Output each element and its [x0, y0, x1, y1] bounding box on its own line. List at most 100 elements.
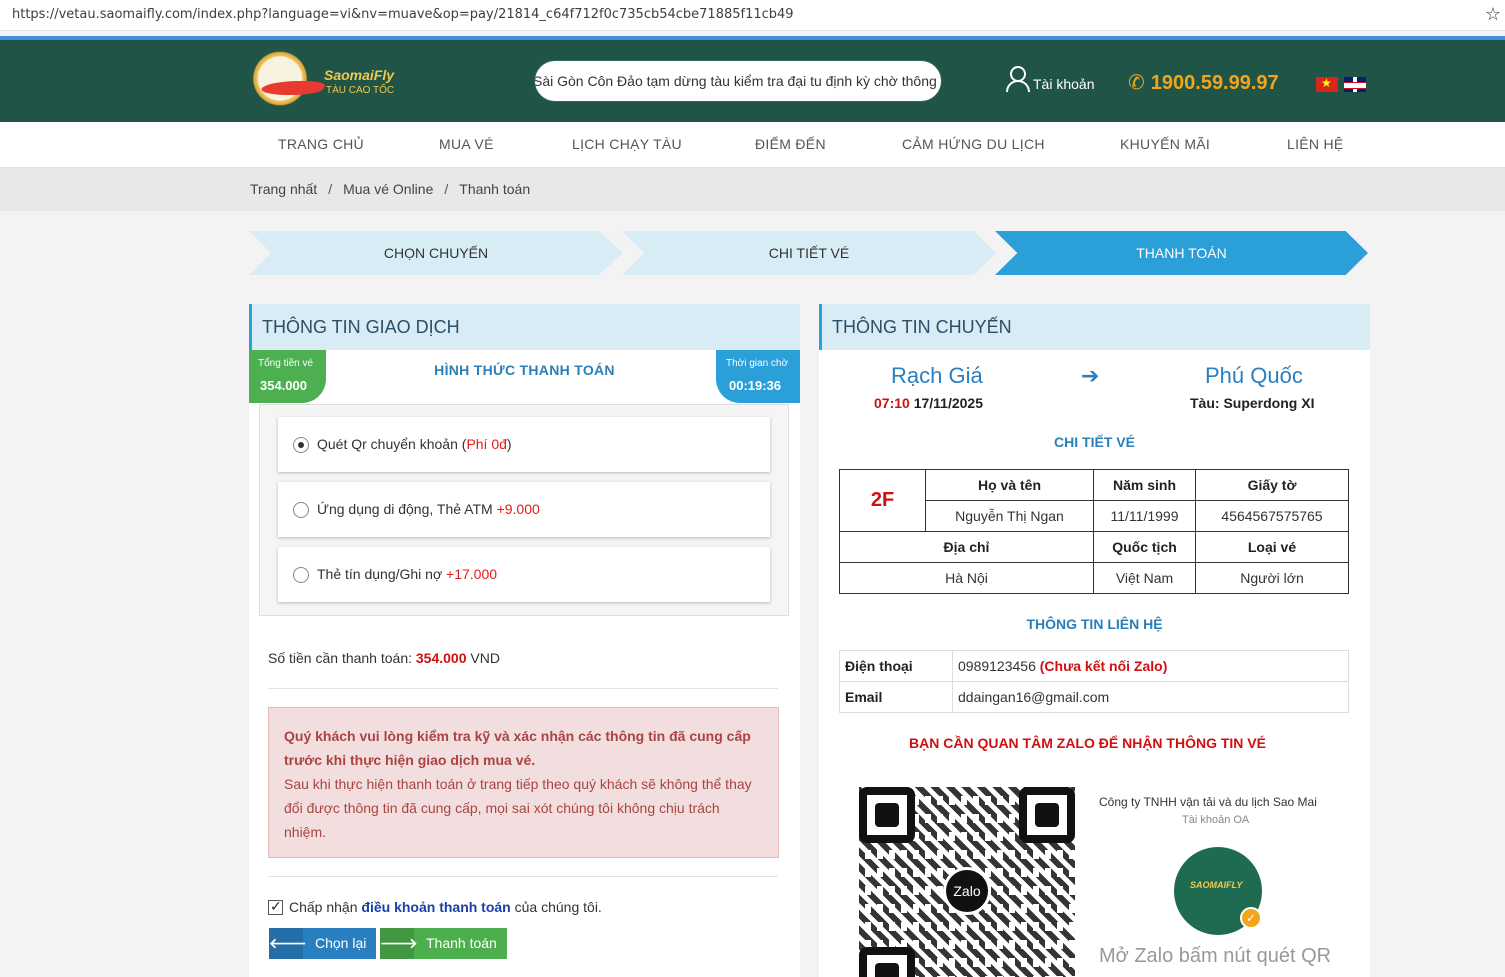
- qr-finder-icon: [1019, 787, 1075, 843]
- breadcrumb-payment[interactable]: Thanh toán: [459, 181, 530, 197]
- bookmark-star-icon[interactable]: ☆: [1485, 4, 1501, 25]
- back-button[interactable]: 🡐 Chọn lại: [269, 928, 376, 959]
- agree-prefix: Chấp nhận: [289, 899, 358, 915]
- site-header: SaomaiFly TÀU CAO TỐC Sài Gòn Côn Đảo tạ…: [0, 40, 1505, 122]
- zalo-logo-icon: Zalo: [943, 867, 991, 915]
- payment-option-atm[interactable]: Ứng dụng di động, Thẻ ATM +9.000: [278, 482, 770, 537]
- account-label: Tài khoản: [1033, 76, 1095, 92]
- oa-avatar-text: SAOMAIFLY: [1190, 880, 1243, 890]
- step-label: CHI TIẾT VÉ: [768, 245, 850, 261]
- uk-flag-icon[interactable]: [1344, 76, 1366, 92]
- nav-item-destinations[interactable]: ĐIỂM ĐẾN: [755, 136, 826, 152]
- option-fee: +17.000: [446, 566, 498, 582]
- trip-panel: THÔNG TIN CHUYẾN Rạch Giá ➔ Phú Quốc 07:…: [819, 304, 1370, 977]
- email-label: Email: [839, 681, 953, 713]
- nav-item-schedule[interactable]: LỊCH CHẠY TÀU: [572, 136, 682, 152]
- site-logo[interactable]: SaomaiFly TÀU CAO TỐC: [252, 47, 402, 117]
- payment-method-title: HÌNH THỨC THANH TOÁN: [434, 362, 615, 378]
- departure-datetime: 07:10 17/11/2025: [874, 395, 983, 411]
- passenger-id: 4564567575765: [1195, 500, 1349, 532]
- option-fee-close: ): [506, 436, 512, 452]
- nav-item-promotions[interactable]: KHUYẾN MÃI: [1120, 136, 1210, 152]
- hotline[interactable]: ✆ 1900.59.99.97: [1128, 70, 1279, 95]
- alert-text: Sau khi thực hiện thanh toán ở trang tiế…: [284, 776, 752, 840]
- nav-item-buy-ticket[interactable]: MUA VÉ: [439, 136, 494, 152]
- amount-due: Số tiền cần thanh toán: 354.000 VND: [268, 650, 500, 666]
- phone-label: Điện thoại: [839, 650, 953, 682]
- header-address: Địa chỉ: [839, 531, 1094, 563]
- oa-company-name: Công ty TNHH vận tải và du lịch Sao Mai: [1099, 795, 1317, 809]
- hotline-number: 1900.59.99.97: [1150, 72, 1279, 94]
- qr-finder-icon: [859, 947, 915, 977]
- passenger-nationality: Việt Nam: [1093, 562, 1196, 594]
- step-ticket-detail[interactable]: CHI TIẾT VÉ: [622, 231, 996, 275]
- nav-item-home[interactable]: TRANG CHỦ: [278, 136, 364, 152]
- passenger-address: Hà Nội: [839, 562, 1094, 594]
- breadcrumb: Trang nhất / Mua vé Online / Thanh toán: [0, 168, 1505, 211]
- radio-button[interactable]: [293, 567, 309, 583]
- warning-alert: Quý khách vui lòng kiểm tra kỹ và xác nh…: [268, 707, 779, 858]
- header-id-doc: Giấy tờ: [1195, 469, 1349, 501]
- transaction-title: THÔNG TIN GIAO DỊCH: [249, 304, 800, 350]
- radio-button[interactable]: [293, 437, 309, 453]
- oa-account-label: Tài khoản OA: [1182, 814, 1250, 826]
- ship-name: Superdong XI: [1223, 395, 1315, 411]
- logo-subtitle: TÀU CAO TỐC: [326, 85, 395, 96]
- payment-options: Quét Qr chuyển khoản (Phí 0đ) Ứng dụng d…: [259, 404, 789, 616]
- logo-brand: SaomaiFly: [324, 67, 395, 83]
- terms-agreement: Chấp nhận điều khoản thanh toán của chún…: [268, 898, 602, 915]
- back-button-label: Chọn lại: [315, 935, 367, 951]
- route-destination: Phú Quốc: [1205, 363, 1303, 388]
- nav-item-travel-inspiration[interactable]: CẢM HỨNG DU LỊCH: [902, 136, 1045, 152]
- amount-currency: VND: [470, 650, 500, 666]
- nav-item-contact[interactable]: LIÊN HỆ: [1287, 136, 1344, 152]
- step-label: CHỌN CHUYẾN: [383, 245, 489, 261]
- route-origin: Rạch Giá: [891, 363, 983, 388]
- phone-cell: 0989123456 (Chưa kết nối Zalo): [952, 650, 1349, 682]
- radio-button[interactable]: [293, 502, 309, 518]
- step-choose-trip[interactable]: CHỌN CHUYẾN: [249, 231, 623, 275]
- pay-button[interactable]: 🡒 Thanh toán: [380, 928, 507, 959]
- terms-checkbox[interactable]: [268, 898, 283, 915]
- total-value: 354.000: [260, 378, 307, 393]
- step-label: THANH TOÁN: [1136, 245, 1227, 261]
- url-text[interactable]: https://vetau.saomaifly.com/index.php?la…: [12, 7, 794, 22]
- ship-info: Tàu: Superdong XI: [1190, 395, 1314, 411]
- terms-link[interactable]: điều khoản thanh toán: [361, 899, 510, 915]
- contact-title: THÔNG TIN LIÊN HỆ: [1026, 616, 1163, 632]
- breadcrumb-separator: /: [328, 181, 333, 197]
- browser-address-bar[interactable]: https://vetau.saomaifly.com/index.php?la…: [0, 0, 1505, 31]
- account-link[interactable]: Tài khoản: [1005, 64, 1094, 92]
- seat-number: 2F: [839, 469, 926, 532]
- language-switcher: [1316, 75, 1372, 92]
- payment-option-credit-card[interactable]: Thẻ tín dụng/Ghi nợ +17.000: [278, 547, 770, 602]
- zalo-warning: BẠN CẦN QUAN TÂM ZALO ĐỂ NHẬN THÔNG TIN …: [909, 735, 1266, 751]
- option-label: Thẻ tín dụng/Ghi nợ: [317, 566, 443, 582]
- vietnam-flag-icon[interactable]: [1316, 76, 1338, 92]
- option-label: Ứng dụng di động, Thẻ ATM: [317, 501, 493, 517]
- step-payment[interactable]: THANH TOÁN: [995, 231, 1368, 275]
- payment-option-qr[interactable]: Quét Qr chuyển khoản (Phí 0đ): [278, 417, 770, 472]
- ticket-detail-title: CHI TIẾT VÉ: [1054, 434, 1135, 450]
- passenger-name: Nguyễn Thị Ngan: [925, 500, 1094, 532]
- breadcrumb-home[interactable]: Trang nhất: [250, 181, 317, 197]
- header-birth-year: Năm sinh: [1093, 469, 1196, 501]
- header-nationality: Quốc tịch: [1093, 531, 1196, 563]
- arrow-left-icon: 🡐: [269, 928, 307, 959]
- email-value: ddaingan16@gmail.com: [952, 681, 1349, 713]
- user-icon: [1005, 64, 1030, 92]
- breadcrumb-separator: /: [444, 181, 449, 197]
- ticker-text: Sài Gòn Côn Đảo tạm dừng tàu kiểm tra đạ…: [534, 73, 942, 89]
- header-ticket-type: Loại vé: [1195, 531, 1349, 563]
- main-nav: TRANG CHỦ MUA VÉ LỊCH CHẠY TÀU ĐIỂM ĐẾN …: [0, 122, 1505, 168]
- arrow-right-icon: 🡒: [380, 928, 418, 959]
- breadcrumb-buy-online[interactable]: Mua vé Online: [343, 181, 433, 197]
- oa-scan-hint: Mở Zalo bấm nút quét QR: [1099, 945, 1332, 967]
- option-fee: Phí 0đ: [466, 436, 507, 452]
- header-name: Họ và tên: [925, 469, 1094, 501]
- timer-value: 00:19:36: [729, 378, 782, 393]
- amount-label: Số tiền cần thanh toán:: [268, 650, 412, 666]
- amount-value: 354.000: [415, 650, 467, 666]
- news-ticker[interactable]: Sài Gòn Côn Đảo tạm dừng tàu kiểm tra đạ…: [534, 60, 942, 102]
- contact-table: Điện thoại 0989123456 (Chưa kết nối Zalo…: [839, 650, 1349, 713]
